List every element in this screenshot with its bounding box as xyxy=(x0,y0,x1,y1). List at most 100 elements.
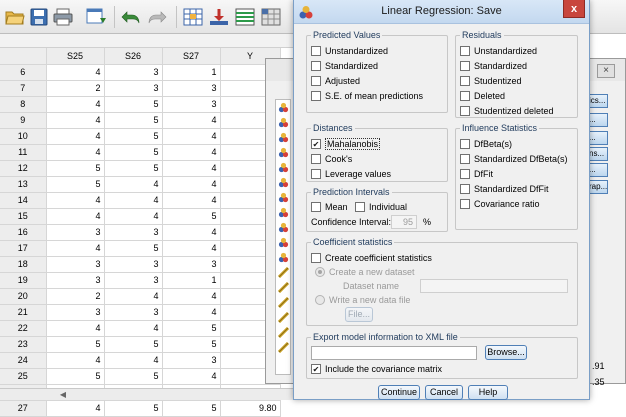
data-cell[interactable]: 4 xyxy=(46,128,105,145)
data-cell[interactable]: 5 xyxy=(104,160,163,177)
create-new-dataset-option[interactable]: Create a new dataset xyxy=(315,265,415,279)
column-header[interactable]: S26 xyxy=(104,48,163,65)
nominal-variable-icon[interactable] xyxy=(276,220,290,235)
checkbox[interactable] xyxy=(460,61,470,71)
checkbox[interactable] xyxy=(311,154,321,164)
data-cell[interactable]: 4 xyxy=(104,176,163,193)
nominal-variable-icon[interactable] xyxy=(276,250,290,265)
interval-mean-option[interactable]: Mean xyxy=(311,200,348,214)
scale-variable-icon[interactable] xyxy=(276,280,290,295)
predicted-unstandardized-option[interactable]: Unstandardized xyxy=(311,44,388,58)
row-number[interactable]: 27 xyxy=(0,400,47,417)
nominal-variable-icon[interactable] xyxy=(276,130,290,145)
data-cell[interactable]: 5 xyxy=(104,368,163,385)
row-number[interactable]: 22 xyxy=(0,320,47,337)
checkbox[interactable] xyxy=(311,202,321,212)
row-number[interactable]: 6 xyxy=(0,64,47,81)
row-number[interactable]: 18 xyxy=(0,256,47,273)
data-cell[interactable]: 4 xyxy=(46,208,105,225)
data-cell[interactable]: 4 xyxy=(104,352,163,369)
nominal-variable-icon[interactable] xyxy=(276,235,290,250)
data-cell[interactable]: 4 xyxy=(104,208,163,225)
radio[interactable] xyxy=(315,267,325,277)
grid-corner[interactable] xyxy=(0,48,47,65)
data-cell[interactable]: 3 xyxy=(162,352,221,369)
data-cell[interactable]: 3 xyxy=(162,96,221,113)
data-cell[interactable]: 5 xyxy=(104,400,163,417)
data-cell[interactable]: 3 xyxy=(46,272,105,289)
residual-unstandardized-option[interactable]: Unstandardized xyxy=(460,44,537,58)
row-number[interactable]: 20 xyxy=(0,288,47,305)
data-cell[interactable]: 5 xyxy=(46,336,105,353)
column-header[interactable]: S25 xyxy=(46,48,105,65)
data-cell[interactable]: 3 xyxy=(162,256,221,273)
data-cell[interactable]: 4 xyxy=(46,144,105,161)
row-number[interactable]: 14 xyxy=(0,192,47,209)
data-cell[interactable]: 4 xyxy=(162,368,221,385)
variables-icon[interactable] xyxy=(234,6,256,28)
checkbox[interactable] xyxy=(311,46,321,56)
nominal-variable-icon[interactable] xyxy=(276,160,290,175)
residual-studentized-deleted-option[interactable]: Studentized deleted xyxy=(460,104,554,118)
data-cell[interactable]: 3 xyxy=(46,304,105,321)
row-number[interactable]: 16 xyxy=(0,224,47,241)
data-cell[interactable]: 3 xyxy=(104,256,163,273)
influence-dffit-option[interactable]: DfFit xyxy=(460,167,493,181)
checkbox[interactable] xyxy=(311,169,321,179)
data-cell[interactable]: 3 xyxy=(104,64,163,81)
data-cell[interactable]: 1 xyxy=(162,64,221,81)
row-number[interactable]: 10 xyxy=(0,128,47,145)
influence-covariance-ratio-option[interactable]: Covariance ratio xyxy=(460,197,540,211)
nominal-variable-icon[interactable] xyxy=(276,100,290,115)
scale-variable-icon[interactable] xyxy=(276,265,290,280)
data-cell[interactable]: 5 xyxy=(104,240,163,257)
data-cell[interactable]: 3 xyxy=(46,224,105,241)
data-cell[interactable]: 3 xyxy=(104,80,163,97)
row-number[interactable]: 24 xyxy=(0,352,47,369)
checkbox[interactable] xyxy=(311,253,321,263)
data-cell[interactable]: 4 xyxy=(46,112,105,129)
xml-file-path-input[interactable] xyxy=(311,346,477,360)
data-cell[interactable]: 5 xyxy=(46,160,105,177)
data-cell[interactable]: 4 xyxy=(162,144,221,161)
predicted-se-mean-option[interactable]: S.E. of mean predictions xyxy=(311,89,423,103)
scale-variable-icon[interactable] xyxy=(276,340,290,355)
data-cell[interactable]: 4 xyxy=(104,192,163,209)
print-icon[interactable] xyxy=(52,6,74,28)
nominal-variable-icon[interactable] xyxy=(276,145,290,160)
data-cell[interactable]: 5 xyxy=(46,368,105,385)
data-cell[interactable]: 4 xyxy=(162,176,221,193)
data-cell[interactable]: 4 xyxy=(162,112,221,129)
browse-button[interactable]: Browse... xyxy=(485,345,527,360)
goto-variable-icon[interactable] xyxy=(208,6,230,28)
data-cell[interactable]: 5 xyxy=(104,112,163,129)
data-cell[interactable]: 2 xyxy=(46,80,105,97)
data-cell[interactable]: 4 xyxy=(46,64,105,81)
data-cell[interactable]: 4 xyxy=(162,240,221,257)
data-cell[interactable]: 4 xyxy=(162,224,221,241)
interval-individual-option[interactable]: Individual xyxy=(355,200,407,214)
row-number[interactable]: 17 xyxy=(0,240,47,257)
data-cell[interactable]: 4 xyxy=(162,304,221,321)
row-number[interactable]: 13 xyxy=(0,176,47,193)
data-cell[interactable]: 9.80 xyxy=(220,400,281,417)
checkbox[interactable] xyxy=(460,199,470,209)
row-number[interactable]: 11 xyxy=(0,144,47,161)
checkbox[interactable] xyxy=(460,91,470,101)
continue-button[interactable]: Continue xyxy=(378,385,420,400)
scale-variable-icon[interactable] xyxy=(276,325,290,340)
nominal-variable-icon[interactable] xyxy=(276,175,290,190)
data-cell[interactable]: 1 xyxy=(162,272,221,289)
data-cell[interactable]: 3 xyxy=(104,224,163,241)
data-cell[interactable]: 3 xyxy=(104,304,163,321)
data-cell[interactable]: 4 xyxy=(162,128,221,145)
include-covariance-option[interactable]: Include the covariance matrix xyxy=(311,362,442,376)
data-cell[interactable]: 4 xyxy=(46,96,105,113)
residual-standardized-option[interactable]: Standardized xyxy=(460,59,527,73)
variable-list[interactable] xyxy=(275,99,291,375)
redo-icon[interactable] xyxy=(146,6,168,28)
open-folder-icon[interactable] xyxy=(4,6,26,28)
row-number[interactable]: 7 xyxy=(0,80,47,97)
row-number[interactable]: 21 xyxy=(0,304,47,321)
data-cell[interactable]: 4 xyxy=(104,320,163,337)
